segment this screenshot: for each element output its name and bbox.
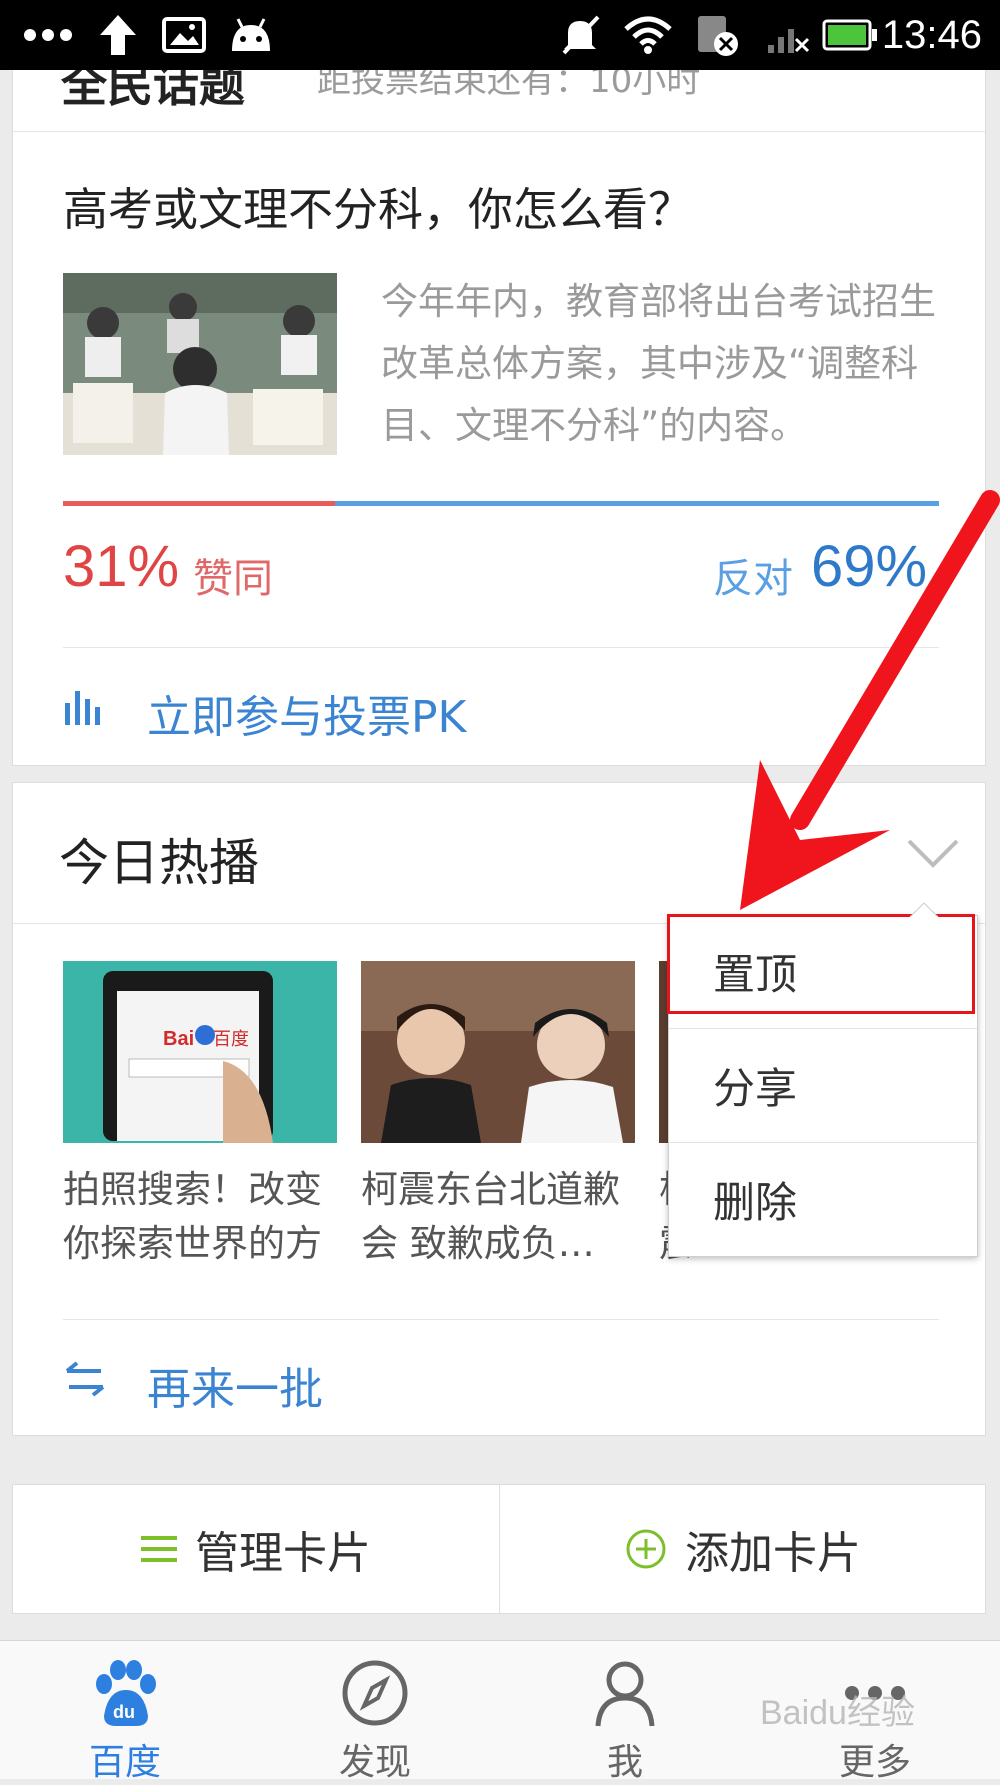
hot-card-title: 今日热播 [59, 834, 259, 892]
popup-caret [908, 901, 940, 921]
manage-cards-label: 管理卡片 [195, 1528, 371, 1579]
vote-question[interactable]: 高考或文理不分科，你怎么看？ [63, 173, 693, 238]
vote-article-image[interactable] [63, 273, 337, 455]
svg-text:du: du [113, 1702, 135, 1722]
watermark: Baidu经验 [760, 1694, 915, 1732]
refresh-batch-label: 再来一批 [147, 1364, 323, 1415]
wifi-icon [622, 0, 674, 70]
oppose-label[interactable]: 反对 [713, 546, 793, 604]
menu-separator [669, 1028, 977, 1029]
nav-item-baidu[interactable]: du 百度 [0, 1641, 250, 1783]
hot-thumbnail-1[interactable]: Bai 百度 [63, 961, 337, 1143]
list-icon [141, 1534, 177, 1564]
add-card-button[interactable]: 添加卡片 [501, 1485, 985, 1613]
bar-chart-icon [63, 687, 103, 731]
participate-vote-link[interactable]: 立即参与投票PK [63, 661, 663, 751]
nav-label: 我 [606, 1742, 643, 1783]
svg-text:Bai: Bai [163, 1028, 194, 1050]
vote-description: 今年年内，教育部将出台考试招生改革总体方案，其中涉及“调整科目、文理不分科”的内… [381, 280, 936, 447]
oppose-bar [335, 501, 939, 506]
nav-item-me[interactable]: 我 [500, 1641, 750, 1783]
menu-item-label: 删除 [713, 1177, 798, 1227]
menu-item-delete[interactable]: 删除 [669, 1144, 977, 1254]
agree-percentage: 31% [63, 534, 180, 599]
compass-icon [325, 1653, 425, 1733]
hot-caption-2[interactable]: 柯震东台北道歉会 致歉成负… [361, 1163, 635, 1273]
hot-caption-1[interactable]: 拍照搜索！改变你探索世界的方 [63, 1163, 337, 1273]
upload-icon [98, 0, 138, 70]
image-icon [162, 0, 206, 70]
nav-label: 百度 [88, 1742, 161, 1783]
signal-icon [766, 0, 810, 70]
nav-label: 更多 [838, 1742, 911, 1783]
divider [63, 647, 939, 648]
manage-cards-button[interactable]: 管理卡片 [13, 1485, 500, 1613]
sim-error-icon [694, 0, 740, 70]
more-notifications-icon [22, 0, 74, 70]
status-time: 13:46 [881, 13, 982, 57]
highlight-box [667, 914, 975, 1014]
svg-text:百度: 百度 [213, 1029, 249, 1050]
menu-item-share[interactable]: 分享 [669, 1030, 977, 1140]
card-actions-bar: 管理卡片 添加卡片 [12, 1484, 986, 1614]
vote-card: 全民话题 距投票结束还有：10小时 高考或文理不分科，你怎么看？ 今年年内，教育… [12, 40, 986, 766]
plus-circle-icon [625, 1528, 667, 1570]
menu-item-label: 分享 [713, 1063, 798, 1113]
status-bar: 13:46 [0, 0, 1000, 70]
divider [63, 1319, 939, 1320]
agree-label[interactable]: 赞同 [193, 546, 273, 604]
participate-vote-label: 立即参与投票PK [147, 692, 467, 743]
refresh-batch-link[interactable]: 再来一批 [63, 1333, 563, 1423]
card-options-menu: 置顶 分享 删除 [667, 914, 978, 1257]
nav-label: 发现 [338, 1742, 411, 1783]
swap-arrows-icon [63, 1359, 107, 1403]
agree-bar [63, 501, 335, 506]
nav-item-discover[interactable]: 发现 [250, 1641, 500, 1783]
menu-separator [669, 1142, 977, 1143]
person-icon [575, 1653, 675, 1733]
baidu-paw-icon: du [75, 1653, 175, 1733]
divider [13, 131, 985, 132]
battery-icon [822, 0, 878, 70]
android-icon [226, 0, 276, 70]
card-collapse-chevron[interactable] [903, 833, 963, 873]
add-card-label: 添加卡片 [685, 1528, 861, 1579]
oppose-percentage: 69% [811, 534, 928, 599]
mute-icon [558, 0, 602, 70]
hot-thumbnail-2[interactable] [361, 961, 635, 1143]
